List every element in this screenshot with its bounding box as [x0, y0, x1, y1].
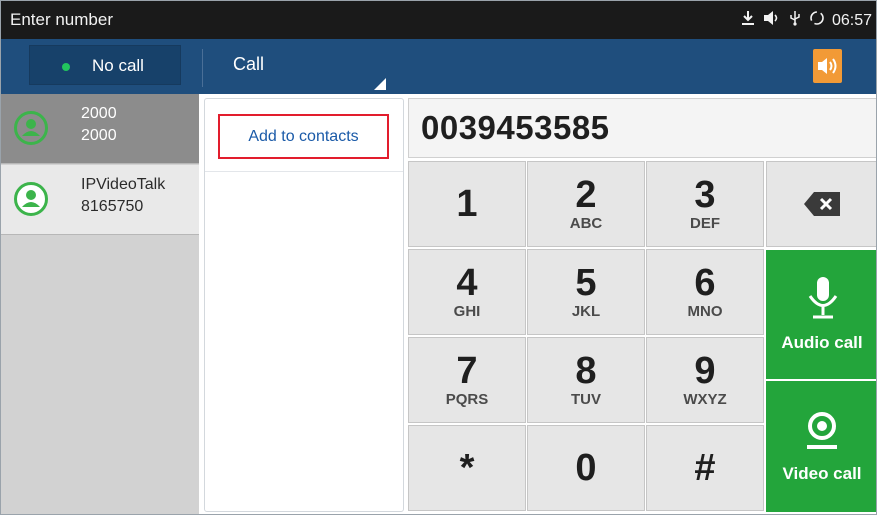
status-dot-icon [62, 63, 70, 71]
audio-call-label: Audio call [781, 333, 863, 352]
key-letters: WXYZ [683, 391, 727, 408]
key-7[interactable]: 7 PQRS [408, 337, 526, 423]
key-digit: 1 [456, 183, 478, 225]
key-letters: ABC [569, 215, 603, 232]
key-digit: 8 [575, 350, 597, 392]
video-call-button[interactable]: Video call [766, 381, 876, 512]
key-digit: 5 [575, 262, 597, 304]
add-to-contacts-button[interactable]: Add to contacts [218, 114, 389, 159]
key-3[interactable]: 3 DEF [646, 161, 764, 247]
key-2[interactable]: 2 ABC [527, 161, 645, 247]
call-status-button[interactable]: No call [29, 45, 181, 85]
header-bar: No call Call [1, 39, 876, 94]
contact-item[interactable]: IPVideoTalk 8165750 [1, 165, 199, 235]
key-digit: # [694, 447, 716, 489]
key-6[interactable]: 6 MNO [646, 249, 764, 335]
options-panel: Add to contacts [204, 98, 404, 512]
key-letters: DEF [690, 215, 720, 232]
header-divider [202, 49, 203, 87]
key-5[interactable]: 5 JKL [527, 249, 645, 335]
status-icons: 06:57 [740, 10, 872, 31]
status-title: Enter number [10, 10, 113, 29]
audio-call-button[interactable]: Audio call [766, 250, 876, 379]
key-hash[interactable]: # [646, 425, 764, 511]
key-8[interactable]: 8 TUV [527, 337, 645, 423]
microphone-icon [808, 277, 838, 319]
dropdown-corner-icon[interactable] [374, 78, 386, 90]
key-digit: 4 [456, 262, 478, 304]
status-bar: Enter number 06:57 [1, 1, 876, 39]
key-digit: * [459, 447, 475, 489]
key-9[interactable]: 9 WXYZ [646, 337, 764, 423]
dialed-number: 0039453585 [421, 109, 610, 146]
backspace-button[interactable] [766, 161, 876, 247]
key-letters: TUV [571, 391, 601, 408]
sync-icon [809, 10, 825, 31]
key-digit: 3 [694, 174, 716, 216]
usb-icon [788, 10, 802, 31]
key-star[interactable]: * [408, 425, 526, 511]
contact-item[interactable]: 2000 2000 [1, 94, 199, 164]
download-icon [740, 10, 756, 31]
key-0[interactable]: 0 [527, 425, 645, 511]
key-digit: 7 [456, 350, 478, 392]
video-call-label: Video call [782, 464, 862, 483]
contact-number: 8165750 [81, 198, 144, 215]
key-4[interactable]: 4 GHI [408, 249, 526, 335]
key-letters: JKL [571, 303, 601, 320]
contact-avatar-icon [14, 111, 48, 145]
key-digit: 6 [694, 262, 716, 304]
status-time: 06:57 [831, 11, 872, 29]
key-letters: PQRS [445, 391, 489, 408]
call-tab-label[interactable]: Call [233, 54, 264, 75]
contacts-panel: 2000 2000 IPVideoTalk 8165750 [1, 94, 199, 514]
speaker-icon [817, 58, 836, 74]
volume-icon [763, 10, 781, 31]
key-letters: GHI [453, 303, 481, 320]
dial-keypad: 1 2 ABC 3 DEF 4 GHI 5 JKL 6 MNO 7 PQRS 8… [408, 161, 766, 513]
speaker-button[interactable] [813, 49, 842, 83]
camera-icon [807, 412, 837, 449]
call-status-label: No call [92, 56, 144, 75]
backspace-icon [804, 192, 840, 216]
app-window: Enter number 06:57 No call Call 2000 200… [0, 0, 877, 515]
key-1[interactable]: 1 [408, 161, 526, 247]
contact-name: IPVideoTalk [81, 176, 166, 193]
divider [205, 171, 403, 172]
contact-number: 2000 [81, 127, 117, 144]
key-digit: 2 [575, 174, 597, 216]
key-digit: 9 [694, 350, 716, 392]
contact-name: 2000 [81, 105, 117, 122]
key-digit: 0 [575, 447, 597, 489]
contact-avatar-icon [14, 182, 48, 216]
number-display[interactable]: 0039453585 [408, 98, 876, 158]
key-letters: MNO [687, 303, 723, 320]
